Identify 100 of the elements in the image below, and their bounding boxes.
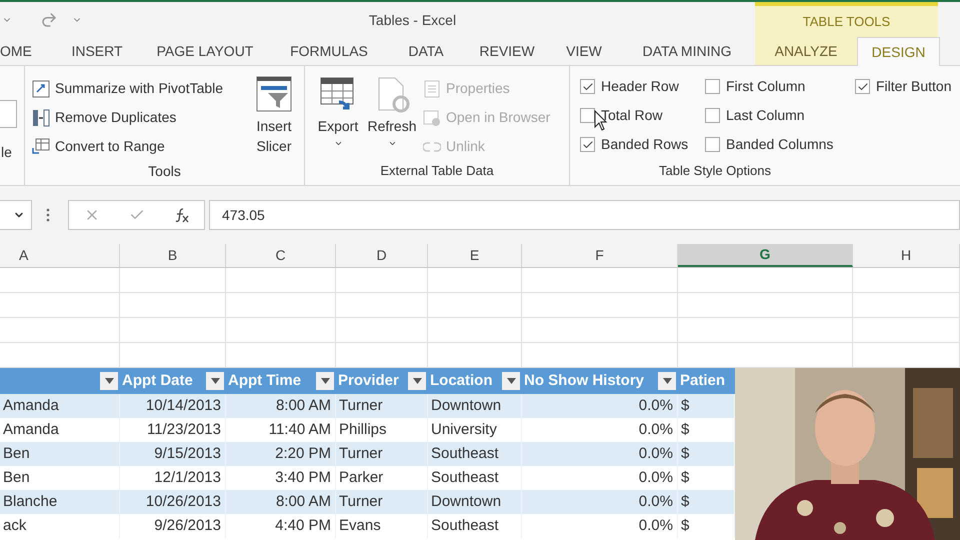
filter-button[interactable] — [658, 372, 676, 390]
checkbox-label: Total Row — [601, 106, 662, 125]
column-header[interactable]: H — [853, 244, 960, 267]
table-cell-text: Phillips — [339, 420, 387, 440]
table-cell-text: University — [431, 420, 497, 440]
table-cell-text: ack — [3, 516, 26, 536]
window-title: Tables - Excel — [368, 10, 456, 30]
checkmark-icon — [582, 80, 594, 92]
table-cell-text: $ — [681, 444, 690, 464]
table-cell-text: 10/26/2013 — [146, 492, 221, 512]
browser-icon — [423, 108, 441, 126]
more-icon[interactable] — [46, 208, 50, 222]
columns-icon — [32, 108, 50, 126]
table-cell-text: Southeast — [431, 468, 499, 488]
table-cell-text: 0.0% — [638, 420, 673, 440]
filter-button[interactable] — [206, 372, 224, 390]
table-cell-text: 9/26/2013 — [154, 516, 221, 536]
group-label: External Table Data — [379, 162, 495, 180]
table-cell-text: Ben — [3, 468, 30, 488]
table-header: Appt Time — [228, 370, 302, 391]
table-cell-text: 0.0% — [638, 516, 673, 536]
ribbon-tab[interactable]: OME — [0, 37, 55, 65]
table-cell-text: $ — [681, 516, 690, 536]
table-cell-text: $ — [681, 492, 690, 512]
table-cell-text: 11:40 AM — [268, 420, 331, 440]
ribbon-big-button[interactable]: Export — [311, 76, 365, 161]
filter-button[interactable] — [100, 372, 118, 390]
table-cell-text: Parker — [339, 468, 384, 488]
caret-icon — [388, 139, 396, 148]
ribbon-command[interactable]: Summarize with PivotTable — [32, 74, 248, 103]
checkbox[interactable] — [705, 79, 720, 94]
table-cell-text: 0.0% — [638, 444, 673, 464]
checkbox[interactable] — [855, 79, 870, 94]
filter-button[interactable] — [316, 372, 334, 390]
checkbox-label: Last Column — [726, 106, 805, 125]
table-cell-text: Evans — [339, 516, 381, 536]
table-cell-text: 8:00 AM — [276, 492, 331, 512]
ribbon-tab[interactable]: FORMULAS — [271, 37, 387, 65]
table-cell-text: Blanche — [3, 492, 58, 512]
table-cell-text: Amanda — [3, 396, 59, 416]
table-cell-text: Downtown — [431, 492, 502, 512]
filter-button[interactable] — [408, 372, 426, 390]
table-cell-text: Amanda — [3, 420, 59, 440]
table-header: No Show History — [524, 370, 644, 391]
checkbox-label: Header Row — [601, 77, 679, 96]
table-header: Location — [430, 370, 492, 391]
table-header: Provider — [338, 370, 399, 391]
checkbox[interactable] — [580, 79, 595, 94]
formula-input[interactable]: 473.05 — [209, 200, 960, 230]
table-cell-text: Turner — [339, 492, 383, 512]
ribbon-tab[interactable]: ANALYZE — [755, 37, 857, 65]
ribbon-command[interactable]: Remove Duplicates — [32, 103, 248, 132]
ribbon-command[interactable]: Convert to Range — [32, 132, 248, 161]
table-cell-text: 4:40 PM — [275, 516, 331, 536]
checkbox[interactable] — [580, 108, 595, 123]
ribbon-tab[interactable]: DESIGN — [857, 37, 940, 66]
column-header[interactable]: A — [0, 244, 120, 267]
ribbon-tab[interactable]: DATA MINING — [619, 37, 755, 65]
caret-icon — [104, 378, 114, 384]
ribbon-tab[interactable]: PAGE LAYOUT — [139, 37, 271, 65]
filter-button[interactable] — [502, 372, 520, 390]
ribbon-tab[interactable]: VIEW — [549, 37, 619, 65]
table-cell-text: 3:40 PM — [275, 468, 331, 488]
checkmark-icon — [582, 138, 594, 150]
table-cell-text: Southeast — [431, 516, 499, 536]
insert-slicer-button[interactable]: Insert Slicer — [248, 74, 300, 161]
checkbox[interactable] — [705, 137, 720, 152]
table-cell-text: $ — [681, 396, 690, 416]
ribbon-label: le — [0, 143, 13, 162]
column-header[interactable]: G — [678, 244, 853, 267]
checkbox[interactable] — [580, 137, 595, 152]
function-icon[interactable] — [174, 207, 190, 223]
table-cell-text: 2:20 PM — [275, 444, 331, 464]
ribbon-tab[interactable]: INSERT — [55, 37, 139, 65]
checkbox[interactable] — [705, 108, 720, 123]
checkbox-label: Banded Rows — [601, 135, 688, 154]
ribbon-big-button[interactable]: Refresh — [365, 76, 419, 161]
column-header[interactable]: C — [226, 244, 336, 267]
grid-arrow-icon — [32, 138, 50, 156]
caret-icon — [662, 378, 672, 384]
ribbon-tab[interactable]: DATA — [387, 37, 465, 65]
redo-icon[interactable] — [40, 11, 58, 29]
table-header: Patien — [680, 370, 726, 391]
table-cell-text: 11/23/2013 — [147, 420, 221, 440]
input-field[interactable] — [0, 100, 17, 128]
group-label: Tools — [147, 162, 182, 181]
table-cell-text: Turner — [339, 396, 383, 416]
slicer-icon — [256, 76, 292, 112]
ribbon-tab[interactable]: REVIEW — [465, 37, 549, 65]
table-cell-text: 0.0% — [638, 396, 673, 416]
column-header[interactable]: D — [336, 244, 428, 267]
caret-icon — [506, 378, 516, 384]
column-header[interactable]: B — [120, 244, 226, 267]
table-cell-text: Southeast — [431, 444, 499, 464]
table-cell-text: Ben — [3, 444, 30, 464]
column-header[interactable]: E — [428, 244, 522, 267]
caret-icon — [412, 378, 422, 384]
list-icon — [423, 80, 441, 98]
caret-icon — [210, 378, 220, 384]
table-cell-text: 10/14/2013 — [146, 396, 221, 416]
